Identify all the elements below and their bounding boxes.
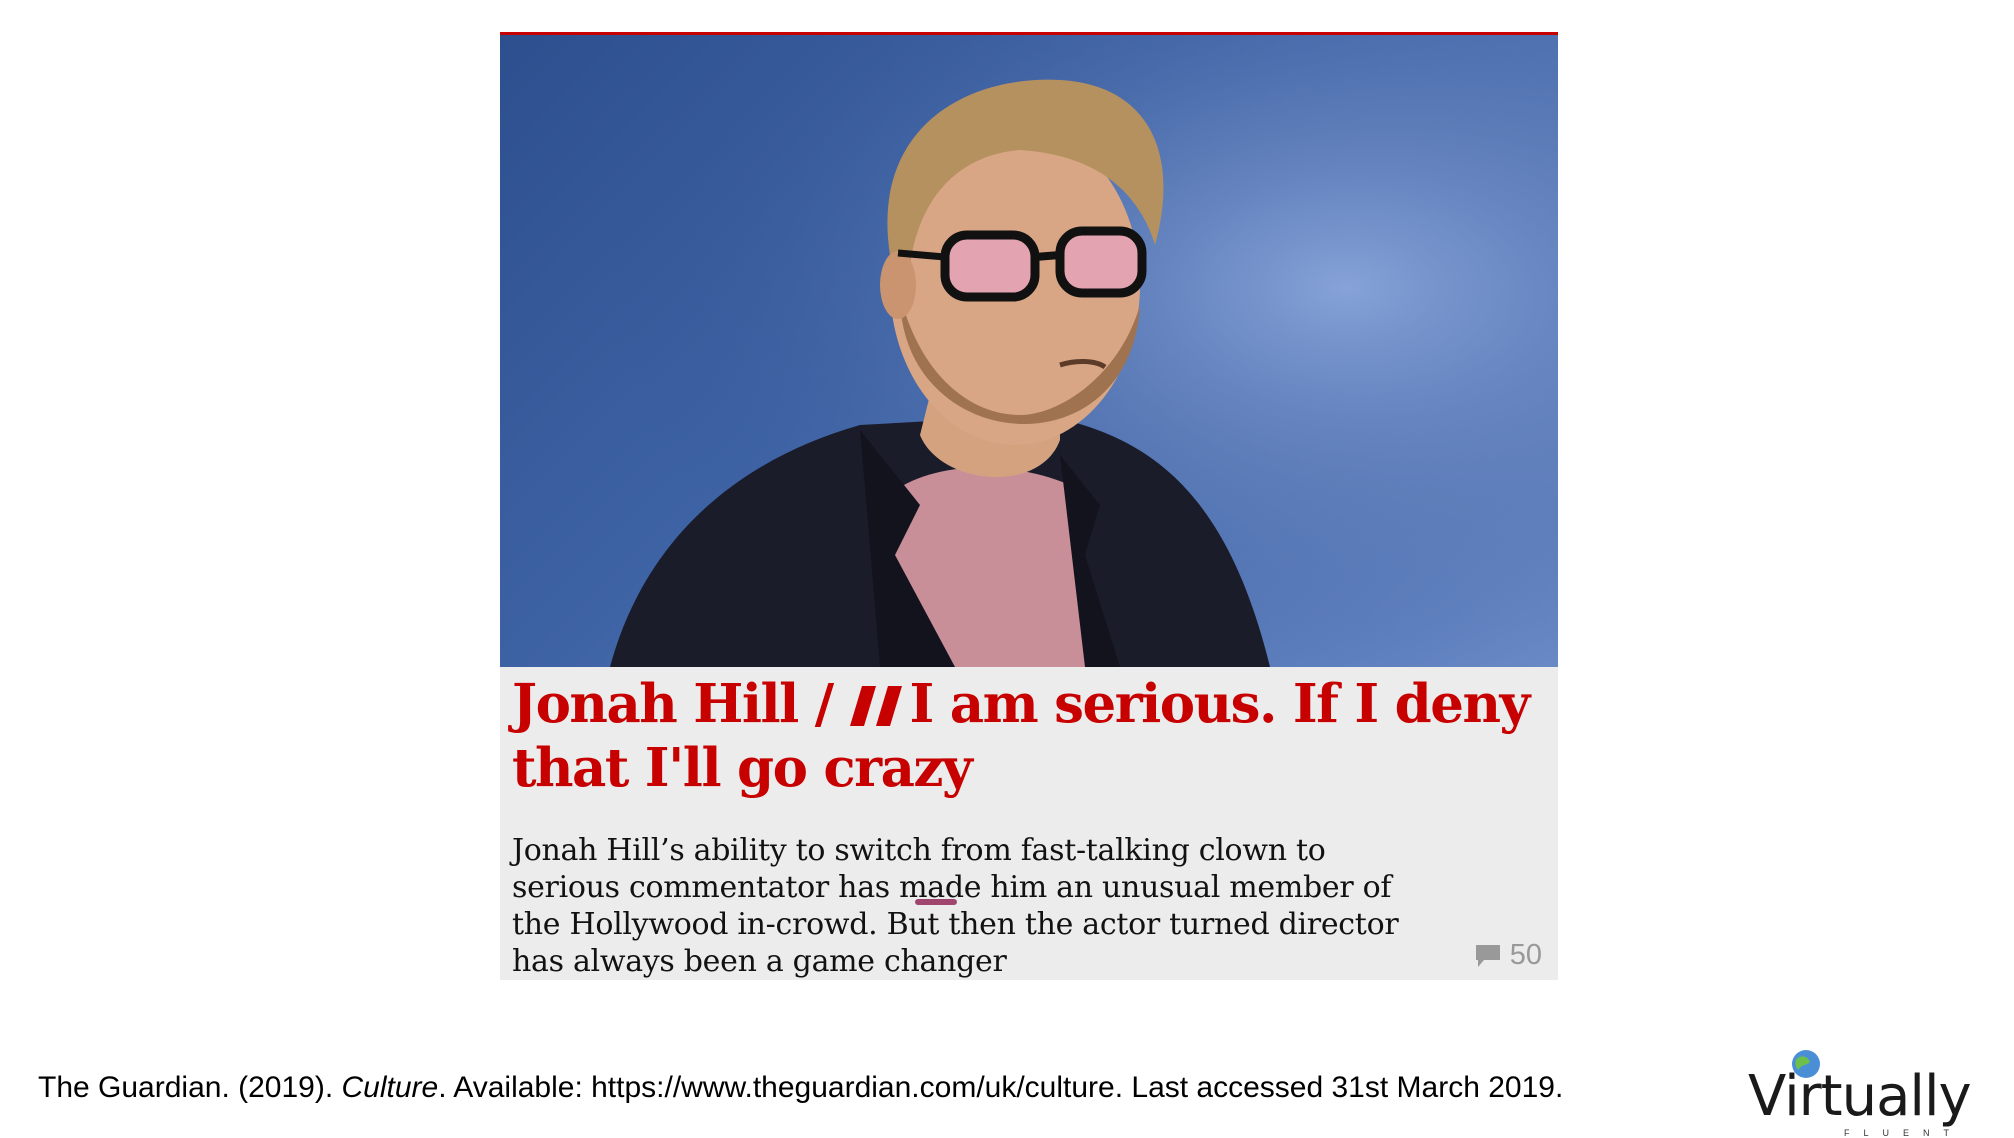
quote-icon — [849, 686, 902, 726]
citation-text: The Guardian. (2019). — [38, 1071, 342, 1104]
article-photo — [500, 35, 1558, 667]
comment-count-value: 50 — [1509, 939, 1542, 971]
comment-count[interactable]: 50 — [1474, 939, 1542, 972]
headline[interactable]: Jonah Hill / I am serious. If I deny tha… — [512, 672, 1542, 800]
comment-icon — [1475, 944, 1500, 967]
standfirst: Jonah Hill’s ability to switch from fast… — [512, 832, 1442, 980]
standfirst-marked-a: a — [765, 944, 784, 979]
virtually-fluent-logo: Virtually FLUENT — [1748, 1048, 1978, 1138]
article-underline-an — [915, 899, 957, 905]
logo-sub: FLUENT — [1844, 1128, 1964, 1138]
citation-text: . Available: https://www.theguardian.com… — [438, 1071, 1564, 1104]
citation-italic: Culture — [341, 1071, 439, 1104]
citation: The Guardian. (2019). Culture. Available… — [38, 1068, 1668, 1108]
logo-word: Virtually — [1748, 1064, 1972, 1129]
standfirst-marked-an: an — [1056, 870, 1093, 905]
standfirst-text: game changer — [783, 944, 1007, 979]
headline-kicker: Jonah Hill / — [512, 673, 834, 735]
article-card[interactable]: Jonah Hill / I am serious. If I deny tha… — [500, 32, 1558, 980]
